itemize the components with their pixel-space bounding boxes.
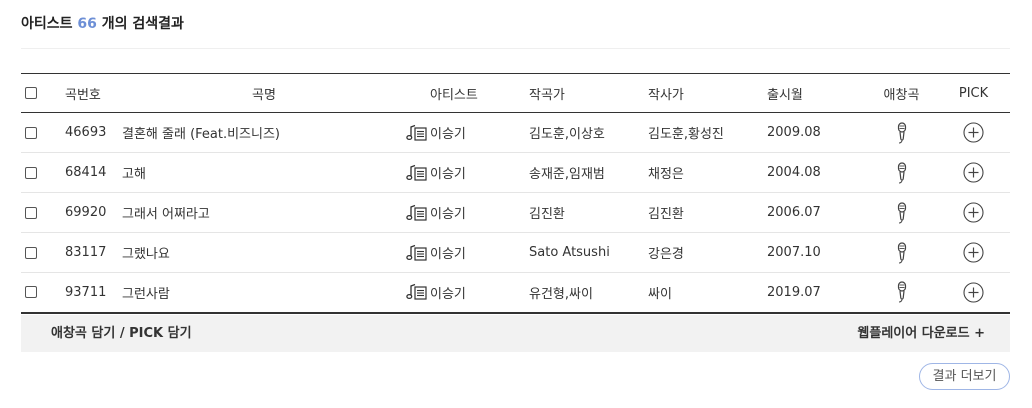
song-title[interactable]: 그런사람 xyxy=(122,283,170,302)
more-results-button[interactable]: 결과 더보기 xyxy=(919,363,1010,390)
song-lyricist: 강은경 xyxy=(648,247,684,262)
song-number: 69920 xyxy=(65,205,107,220)
heading-prefix: 아티스트 xyxy=(21,16,73,32)
song-number: 83117 xyxy=(65,245,107,260)
song-title[interactable]: 그래서 어쩌라고 xyxy=(122,203,210,222)
lyrics-note-icon[interactable] xyxy=(406,204,428,222)
pick-cell xyxy=(937,113,1010,153)
song-artist[interactable]: 이승기 xyxy=(430,193,529,233)
song-title-cell: 그랬나요 xyxy=(122,233,430,273)
row-checkbox[interactable] xyxy=(25,206,37,219)
select-all-cell xyxy=(21,74,65,113)
song-release: 2006.07 xyxy=(767,205,821,220)
heading-divider xyxy=(21,48,1010,49)
row-checkbox[interactable] xyxy=(25,166,37,179)
plus-circle-icon[interactable] xyxy=(963,202,984,223)
favorite-cell xyxy=(866,193,937,233)
lyrics-note-icon[interactable] xyxy=(406,124,428,142)
select-all-checkbox[interactable] xyxy=(25,87,37,99)
table-row: 83117 그랬나요 이승기 Sato Atsushi 강은경 2007.10 xyxy=(21,233,1010,273)
song-lyricist: 김도훈,황성진 xyxy=(648,127,724,142)
song-composer: 유건형,싸이 xyxy=(529,286,593,302)
plus-circle-icon[interactable] xyxy=(963,162,984,183)
webplayer-download-link[interactable]: 웹플레이어 다운로드 + xyxy=(857,315,985,352)
row-select-cell xyxy=(21,153,65,193)
song-title-cell: 그런사람 xyxy=(122,273,430,313)
row-select-cell xyxy=(21,193,65,233)
song-composer: 김도훈,이상호 xyxy=(529,127,605,142)
table-row: 68414 고해 이승기 송재준,임재범 채정은 2004.08 xyxy=(21,153,1010,193)
song-title[interactable]: 고해 xyxy=(122,163,146,182)
pick-cell xyxy=(937,193,1010,233)
row-checkbox[interactable] xyxy=(25,286,37,299)
song-lyricist: 김진환 xyxy=(648,207,684,222)
microphone-icon[interactable] xyxy=(895,121,909,144)
column-header-lyricist: 작사가 xyxy=(648,87,684,103)
song-number: 93711 xyxy=(65,284,107,300)
table-row: 69920 그래서 어쩌라고 이승기 김진환 김진환 2006.07 xyxy=(21,193,1010,233)
column-header-release: 출시월 xyxy=(767,87,803,103)
action-bar: 애창곡 담기 / PICK 담기 웹플레이어 다운로드 + xyxy=(21,315,1010,352)
search-result-heading: 아티스트 66 개의 검색결과 xyxy=(21,14,184,34)
column-header-composer: 작곡가 xyxy=(529,87,565,103)
song-release: 2009.08 xyxy=(767,125,821,140)
plus-circle-icon[interactable] xyxy=(963,242,984,263)
table-header-row: 곡번호 곡명 아티스트 작곡가 작사가 출시월 애창곡 PICK xyxy=(21,73,1010,113)
song-composer: 송재준,임재범 xyxy=(529,167,605,182)
lyrics-note-icon[interactable] xyxy=(406,164,428,182)
column-header-artist: 아티스트 xyxy=(430,87,478,103)
song-artist[interactable]: 이승기 xyxy=(430,153,529,193)
favorite-cell xyxy=(866,113,937,153)
favorite-cell xyxy=(866,273,937,313)
row-select-cell xyxy=(21,113,65,153)
plus-circle-icon[interactable] xyxy=(963,122,984,143)
song-release: 2007.10 xyxy=(767,245,821,260)
heading-suffix: 개의 검색결과 xyxy=(101,16,184,32)
song-title-cell: 그래서 어쩌라고 xyxy=(122,193,430,233)
microphone-icon[interactable] xyxy=(895,281,909,303)
row-select-cell xyxy=(21,273,65,313)
song-title[interactable]: 결혼해 줄래 (Feat.비즈니즈) xyxy=(122,123,280,142)
song-lyricist: 채정은 xyxy=(648,167,684,182)
plus-circle-icon[interactable] xyxy=(963,282,984,303)
song-composer: 김진환 xyxy=(529,207,565,222)
song-title-cell: 결혼해 줄래 (Feat.비즈니즈) xyxy=(122,113,430,153)
favorite-cell xyxy=(866,153,937,193)
table-row: 93711 그런사람 이승기 유건형,싸이 싸이 2019.07 xyxy=(21,273,1010,313)
column-header-pick: PICK xyxy=(958,85,989,101)
column-header-favorite: 애창곡 xyxy=(883,87,920,103)
song-artist[interactable]: 이승기 xyxy=(430,273,529,313)
lyrics-note-icon[interactable] xyxy=(406,244,428,262)
lyrics-note-icon[interactable] xyxy=(406,283,428,301)
song-artist[interactable]: 이승기 xyxy=(430,113,529,153)
pick-cell xyxy=(937,153,1010,193)
table-row: 46693 결혼해 줄래 (Feat.비즈니즈) 이승기 김도훈,이상호 김도훈… xyxy=(21,113,1010,153)
song-title[interactable]: 그랬나요 xyxy=(122,243,170,262)
song-artist[interactable]: 이승기 xyxy=(430,233,529,273)
row-select-cell xyxy=(21,233,65,273)
song-composer: Sato Atsushi xyxy=(529,245,610,260)
song-title-cell: 고해 xyxy=(122,153,430,193)
song-results-table: 곡번호 곡명 아티스트 작곡가 작사가 출시월 애창곡 PICK 46693 결… xyxy=(21,73,1010,314)
song-release: 2004.08 xyxy=(767,165,821,180)
song-number: 68414 xyxy=(65,165,107,180)
microphone-icon[interactable] xyxy=(895,161,909,184)
row-checkbox[interactable] xyxy=(25,126,37,139)
column-header-title: 곡명 xyxy=(252,87,276,103)
pick-cell xyxy=(937,233,1010,273)
result-count: 66 xyxy=(77,16,97,32)
song-lyricist: 싸이 xyxy=(648,286,672,302)
column-header-number: 곡번호 xyxy=(65,87,101,103)
song-release: 2019.07 xyxy=(767,284,821,300)
song-number: 46693 xyxy=(65,125,107,140)
add-favorite-pick-button[interactable]: 애창곡 담기 / PICK 담기 xyxy=(51,315,192,352)
pick-cell xyxy=(937,273,1010,313)
row-checkbox[interactable] xyxy=(25,246,37,259)
microphone-icon[interactable] xyxy=(895,201,909,224)
microphone-icon[interactable] xyxy=(895,241,909,264)
favorite-cell xyxy=(866,233,937,273)
